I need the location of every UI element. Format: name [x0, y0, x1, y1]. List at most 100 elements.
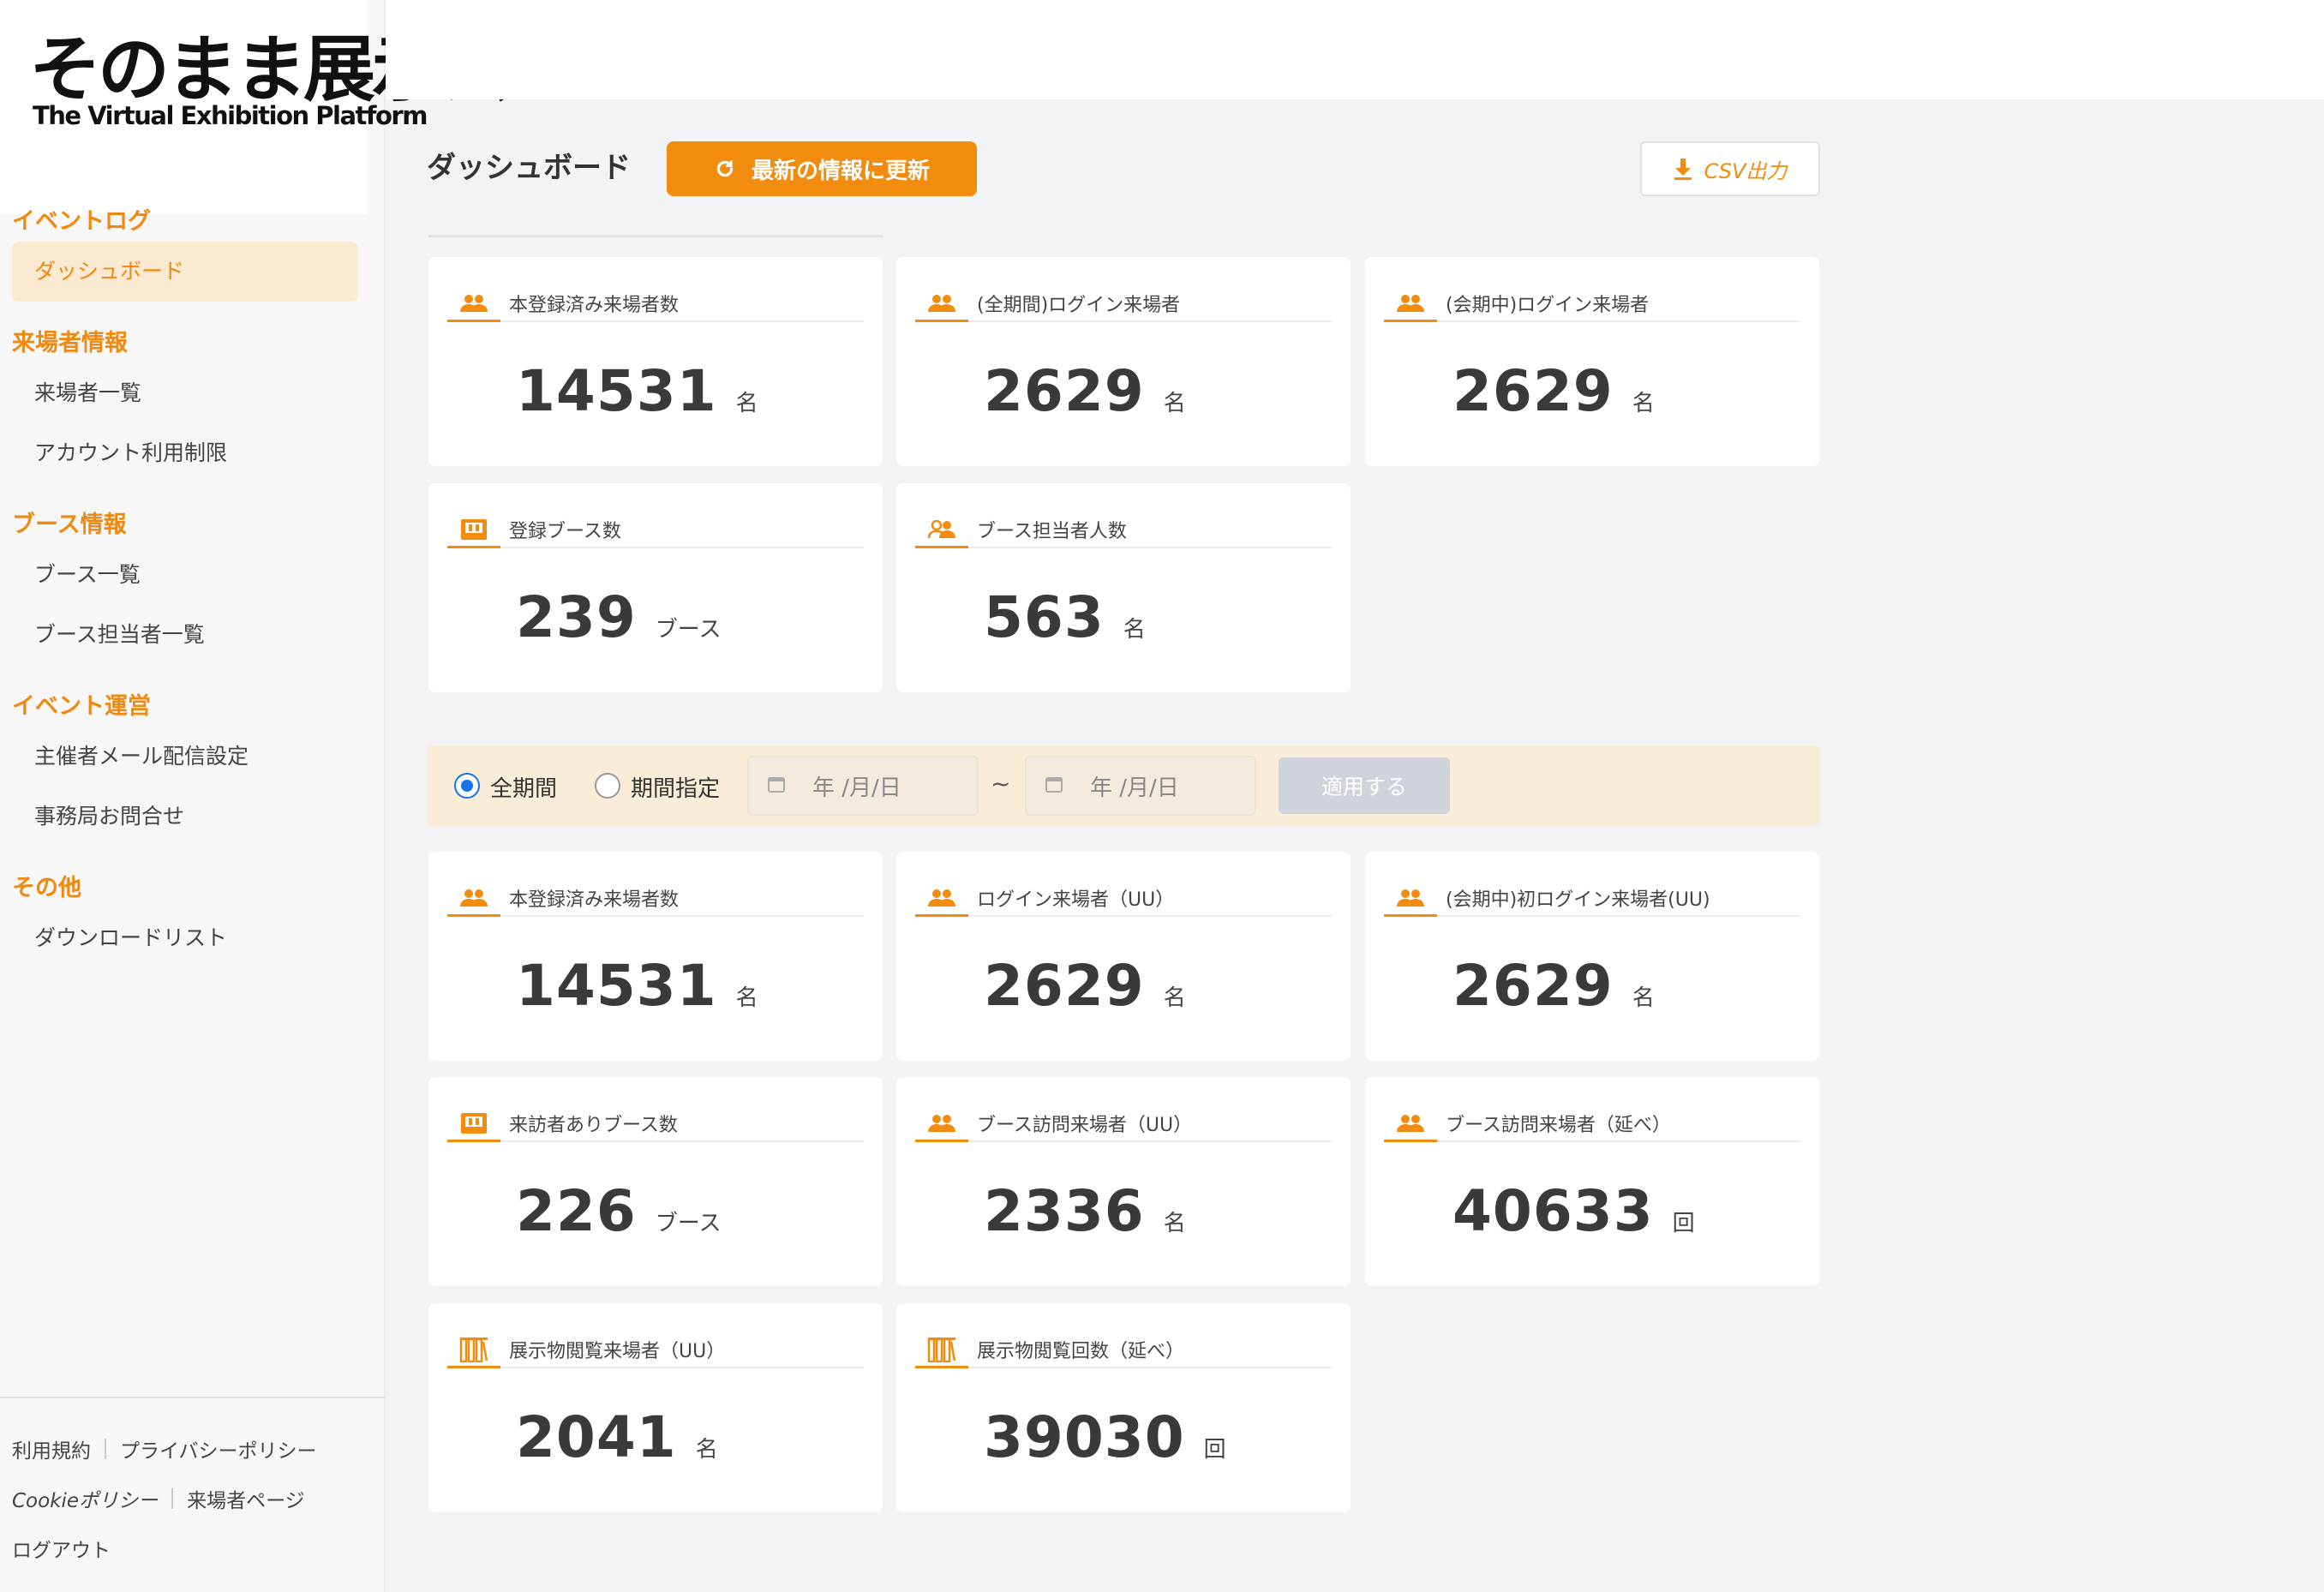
stat-card-value: 563 名 — [984, 584, 1146, 650]
end-date-placeholder: 年 /月/日 — [1090, 775, 1179, 801]
refresh-button-label: 最新の情報に更新 — [751, 158, 930, 184]
cookie-policy-link[interactable]: Cookieポリシー — [12, 1484, 158, 1513]
sidebar-item-organizer-mail[interactable]: 主催者メール配信設定 — [0, 727, 386, 787]
stat-card-header: 来訪者ありブース数 — [447, 1106, 864, 1142]
booth-icon — [447, 518, 500, 541]
nav-section-booths: ブース情報 — [12, 512, 127, 538]
stat-card-header: ログイン来場者（UU） — [915, 881, 1332, 917]
stat-card-header: ブース訪問来場者（延べ） — [1384, 1106, 1800, 1142]
stat-number: 40633 — [1452, 1178, 1654, 1244]
csv-export-label: CSV出力 — [1704, 159, 1788, 183]
stat-card-header: 展示物閲覧来場者（UU） — [447, 1332, 864, 1368]
sidebar-item-visitor-list[interactable]: 来場者一覧 — [0, 363, 386, 423]
refresh-button[interactable]: 最新の情報に更新 — [667, 141, 977, 196]
visitor-page-link[interactable]: 来場者ページ — [187, 1484, 305, 1513]
stat-card-label: (会期中)ログイン来場者 — [1446, 295, 1650, 316]
stat-card-value: 2336 名 — [984, 1178, 1186, 1244]
people-icon — [447, 889, 500, 907]
footer-divider — [105, 1439, 106, 1459]
stat-card: 展示物閲覧来場者（UU） 2041 名 — [428, 1303, 883, 1512]
books-icon — [447, 1337, 500, 1362]
stat-card: ブース訪問来場者（延べ） 40633 回 — [1365, 1077, 1819, 1286]
stat-card-header: 本登録済み来場者数 — [447, 881, 864, 917]
stat-card-label: 展示物閲覧回数（延べ） — [977, 1341, 1185, 1362]
sidebar-item-booth-staff-list[interactable]: ブース担当者一覧 — [0, 605, 386, 665]
stat-card: ログイン来場者（UU） 2629 名 — [896, 852, 1351, 1061]
refresh-icon — [716, 160, 734, 177]
stat-card-value: 2629 名 — [984, 953, 1186, 1019]
stat-number: 39030 — [984, 1404, 1185, 1470]
logo[interactable]: そのまま展示会 The Virtual Exhibition Platform — [0, 0, 512, 214]
stat-card-label: ブース担当者人数 — [977, 521, 1127, 542]
people-icon — [915, 889, 968, 907]
stat-unit: 名 — [735, 985, 758, 1011]
stat-card: 本登録済み来場者数 14531 名 — [428, 257, 883, 466]
stat-card-label: (会期中)初ログイン来場者(UU) — [1446, 889, 1710, 911]
stat-number: 2041 — [516, 1404, 677, 1470]
people-icon — [915, 1114, 968, 1133]
stat-number: 239 — [516, 584, 637, 650]
stat-card-accent-underline — [1384, 1140, 1437, 1142]
people-icon — [1384, 889, 1437, 907]
stat-unit: 名 — [1632, 391, 1655, 416]
stat-card: ブース訪問来場者（UU） 2336 名 — [896, 1077, 1351, 1286]
stat-unit: 名 — [1163, 1211, 1186, 1236]
stat-card-accent-underline — [1384, 914, 1437, 917]
stat-card-value: 226 ブース — [516, 1178, 721, 1244]
sidebar-item-office-inquiry[interactable]: 事務局お問合せ — [0, 787, 386, 847]
stat-card-value: 14531 名 — [516, 953, 758, 1019]
logout-link[interactable]: ログアウト — [12, 1534, 111, 1563]
stat-card: 展示物閲覧回数（延べ） 39030 回 — [896, 1303, 1351, 1512]
stat-card-label: 登録ブース数 — [509, 521, 621, 542]
stat-unit: 回 — [1203, 1437, 1226, 1463]
sidebar-item-dashboard[interactable]: ダッシュボード — [12, 242, 358, 302]
radio-all-period[interactable] — [454, 773, 480, 799]
stat-number: 2629 — [1452, 358, 1614, 424]
sidebar-item-download-list[interactable]: ダウンロードリスト — [0, 908, 386, 968]
stat-card-accent-underline — [915, 320, 968, 322]
stat-card-accent-underline — [915, 914, 968, 917]
stat-card-value: 2041 名 — [516, 1404, 718, 1470]
people-icon — [447, 294, 500, 313]
stat-card: 登録ブース数 239 ブース — [428, 483, 883, 692]
stat-card-accent-underline — [447, 1366, 500, 1368]
sidebar-item-booth-list[interactable]: ブース一覧 — [0, 545, 386, 605]
people-icon — [1384, 294, 1437, 313]
stat-card-value: 239 ブース — [516, 584, 721, 650]
stat-number: 2629 — [1452, 953, 1614, 1019]
stat-card-label: ブース訪問来場者（延べ） — [1446, 1115, 1671, 1136]
stat-card-value: 2629 名 — [1452, 953, 1655, 1019]
apply-filter-button[interactable]: 適用する — [1279, 757, 1450, 814]
nav-section-event-log: イベントログ — [12, 208, 151, 235]
stat-card: (会期中)ログイン来場者 2629 名 — [1365, 257, 1819, 466]
csv-export-button[interactable]: CSV出力 — [1640, 141, 1820, 196]
privacy-link[interactable]: プライバシーポリシー — [120, 1434, 317, 1463]
booth-icon — [447, 1112, 500, 1134]
stat-unit: ブース — [655, 1211, 722, 1236]
radio-period-range[interactable] — [595, 773, 620, 799]
radio-period-range-label: 期間指定 — [631, 776, 721, 802]
stat-number: 2629 — [984, 358, 1145, 424]
end-date-input[interactable]: 年 /月/日 — [1025, 756, 1256, 816]
stat-card-accent-underline — [447, 320, 500, 322]
stat-unit: 名 — [735, 391, 758, 416]
calendar-icon — [768, 773, 785, 799]
nav-section-visitors: 来場者情報 — [12, 330, 128, 356]
start-date-input[interactable]: 年 /月/日 — [747, 756, 979, 816]
stat-card-header: (会期中)初ログイン来場者(UU) — [1384, 881, 1800, 917]
radio-all-period-label: 全期間 — [490, 776, 558, 802]
tab-underline — [428, 235, 883, 237]
stat-card-value: 14531 名 — [516, 358, 758, 424]
stat-unit: 回 — [1672, 1211, 1695, 1236]
stat-card-accent-underline — [1384, 320, 1437, 322]
stat-card-header: 本登録済み来場者数 — [447, 286, 864, 322]
terms-link[interactable]: 利用規約 — [12, 1434, 91, 1463]
sidebar-nav: イベントログ ダッシュボード 来場者情報 来場者一覧 アカウント利用制限 ブース… — [0, 202, 386, 968]
sidebar-item-account-restriction[interactable]: アカウント利用制限 — [0, 423, 386, 483]
stat-card-header: (全期間)ログイン来場者 — [915, 286, 1332, 322]
stat-card-header: 展示物閲覧回数（延べ） — [915, 1332, 1332, 1368]
stat-card: 本登録済み来場者数 14531 名 — [428, 852, 883, 1061]
stat-card-accent-underline — [447, 546, 500, 548]
stat-card: ブース担当者人数 563 名 — [896, 483, 1351, 692]
stat-card-label: ログイン来場者（UU） — [977, 889, 1175, 911]
